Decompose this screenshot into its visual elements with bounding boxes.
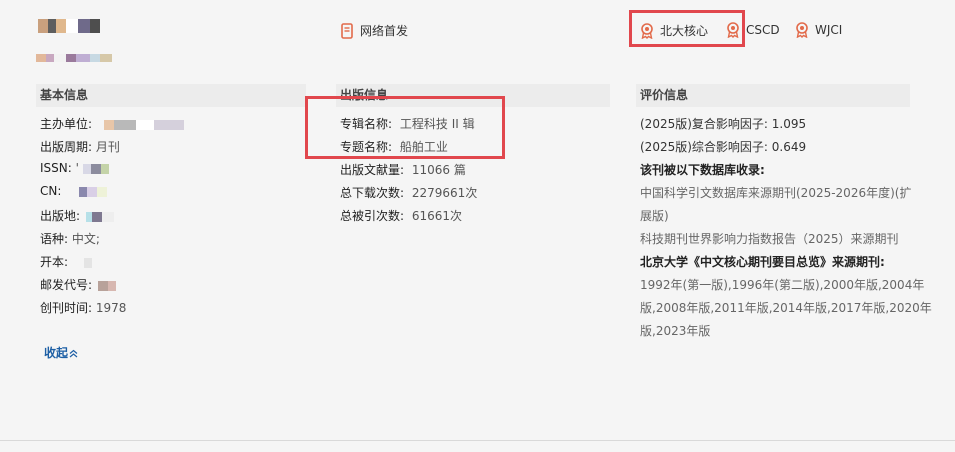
info-row-cn: CN: — [40, 184, 108, 198]
database-heading: 该刊被以下数据库收录: — [640, 163, 765, 177]
award-icon — [641, 22, 653, 39]
info-row-postal-code: 邮发代号: — [40, 276, 116, 293]
comprehensive-impact-factor: (2025版)综合影响因子: 0.649 — [640, 140, 807, 154]
wjci-line: 科技期刊世界影响力指数报告（2025）来源期刊 — [640, 232, 899, 246]
badge-label: 北大核心 — [660, 24, 709, 38]
composite-impact-factor: (2025版)复合影响因子: 1.095 — [640, 117, 807, 131]
journal-subtitle-redacted — [36, 54, 112, 62]
basic-info-section: 基本信息 主办单位: 出版周期: 月刊 ISSN: ' CN: 出版地: 语种:… — [36, 84, 306, 324]
section-title: 基本信息 — [36, 84, 306, 107]
badge-label: CSCD — [746, 23, 780, 37]
pub-row-article-count: 出版文献量: 11066 篇 — [340, 163, 466, 177]
badge-label: WJCI — [815, 23, 843, 37]
section-title: 评价信息 — [636, 84, 910, 107]
award-icon — [727, 22, 739, 38]
badge-wjci[interactable]: WJCI — [795, 22, 842, 38]
cscd-line-2: 展版) — [640, 209, 669, 223]
pub-row-downloads: 总下载次数: 2279661次 — [340, 186, 478, 200]
pub-row-album: 专辑名称: 工程科技 II 辑 — [340, 117, 475, 131]
pku-line-1: 1992年(第一版),1996年(第二版),2000年版,2004年 — [640, 278, 925, 292]
section-title: 出版信息 — [336, 84, 610, 107]
publish-info-section: 出版信息 专辑名称: 工程科技 II 辑 专题名称: 船舶工业 出版文献量: 1… — [336, 84, 610, 234]
evaluation-info-section: 评价信息 (2025版)复合影响因子: 1.095 (2025版)综合影响因子:… — [636, 84, 932, 344]
info-row-language: 语种: 中文; — [40, 232, 100, 246]
info-row-sponsor: 主办单位: — [40, 115, 184, 132]
cscd-line-1: 中国科学引文数据库来源期刊(2025-2026年度)(扩 — [640, 186, 912, 200]
pub-row-citations: 总被引次数: 61661次 — [340, 209, 463, 223]
document-icon — [341, 22, 353, 39]
info-row-format: 开本: — [40, 253, 92, 270]
double-chevron-up-icon — [69, 349, 78, 358]
pub-row-topic: 专题名称: 船舶工业 — [340, 140, 448, 154]
pku-line-3: 版,2023年版 — [640, 324, 711, 338]
info-row-issn: ISSN: ' — [40, 161, 109, 175]
info-row-founded: 创刊时间: 1978 — [40, 301, 127, 315]
network-first-badge: 网络首发 — [340, 22, 408, 39]
info-row-cycle: 出版周期: 月刊 — [40, 140, 120, 154]
pku-heading: 北京大学《中文核心期刊要目总览》来源期刊: — [640, 255, 885, 269]
network-first-label: 网络首发 — [360, 24, 409, 38]
award-icon — [796, 22, 808, 38]
journal-title-redacted — [38, 19, 100, 33]
info-row-place: 出版地: — [40, 207, 114, 224]
divider — [0, 440, 955, 441]
collapse-link[interactable]: 收起 — [44, 344, 78, 361]
badge-pku-core[interactable]: 北大核心 — [640, 22, 708, 39]
pku-line-2: 版,2008年版,2011年版,2014年版,2017年版,2020年 — [640, 301, 932, 315]
badge-cscd[interactable]: CSCD — [726, 22, 780, 38]
